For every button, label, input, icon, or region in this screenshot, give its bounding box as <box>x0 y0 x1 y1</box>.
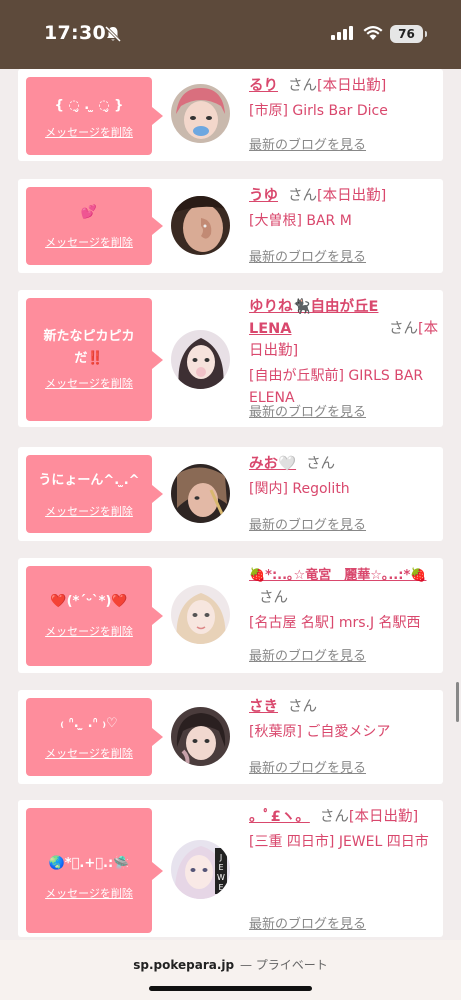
message-text: 💕 <box>80 205 98 220</box>
latest-blog-link[interactable]: 最新のブログを見る <box>249 134 366 153</box>
site-domain: sp.pokepara.jp <box>133 958 235 972</box>
scrollbar[interactable] <box>456 682 459 722</box>
honorific: さん <box>389 321 418 337</box>
delete-message-link[interactable]: メッセージを削除 <box>26 375 152 391</box>
honorific: さん <box>306 456 336 472</box>
shop-name: [秋葉原] ご自愛メシア <box>249 724 391 740</box>
message-card: ₍ ᐢ. ̫ .ᐢ ₎♡ メッセージを削除 さき さん [秋葉原] ご自愛メシア … <box>18 690 443 784</box>
delete-message-link[interactable]: メッセージを削除 <box>26 124 152 140</box>
delete-message-link[interactable]: メッセージを削除 <box>26 503 152 519</box>
avatar[interactable] <box>171 585 230 644</box>
message-card: ❤️(*ˊᵕˋ*)❤️ メッセージを削除 🍓*:..｡☆竜宮 麗華☆｡..:*🍓… <box>18 558 443 673</box>
girl-name-link[interactable]: みお🤍 <box>249 456 296 472</box>
svg-text:E: E <box>218 863 223 872</box>
shop-name: [大曽根] BAR M <box>249 213 352 229</box>
message-bubble: うにょーん^. ̫.^ メッセージを削除 <box>26 455 163 533</box>
delete-message-link[interactable]: メッセージを削除 <box>26 745 152 761</box>
latest-blog-link[interactable]: 最新のブログを見る <box>249 913 366 932</box>
attendance-status: [本日出勤] <box>317 188 387 204</box>
message-bubble: ❤️(*ˊᵕˋ*)❤️ メッセージを削除 <box>26 566 163 666</box>
attendance-status: [本日出勤] <box>348 809 419 825</box>
status-time: 17:30 <box>44 22 106 44</box>
avatar[interactable] <box>171 84 230 143</box>
message-card: うにょーん^. ̫.^ メッセージを削除 みお🤍 さん [関内] Regolith… <box>18 447 443 541</box>
message-text: 🌏*ﾟ.+ﾟ.:🛸 <box>48 856 130 871</box>
girl-name-link[interactable]: うゆ <box>249 188 278 204</box>
battery-indicator: 76 <box>390 25 427 43</box>
latest-blog-link[interactable]: 最新のブログを見る <box>249 246 366 265</box>
message-bubble: 💕 メッセージを削除 <box>26 187 163 265</box>
svg-text:W: W <box>217 873 225 882</box>
honorific: さん <box>288 699 317 715</box>
avatar[interactable] <box>171 196 230 255</box>
browser-bottom-bar: sp.pokepara.jp — プライベート <box>0 940 461 1000</box>
message-text: うにょーん^. ̫.^ <box>38 473 140 488</box>
girl-name-link[interactable]: るり <box>249 78 278 94</box>
bell-muted-icon <box>104 25 122 43</box>
shop-name: [関内] Regolith <box>249 481 350 497</box>
message-bubble: 新たなピカピカだ‼️ メッセージを削除 <box>26 298 163 421</box>
address-bar[interactable]: sp.pokepara.jp — プライベート <box>0 956 461 973</box>
message-bubble: { ◌̬ . ̫ ◌̬ } メッセージを削除 <box>26 77 163 155</box>
avatar[interactable] <box>171 464 230 523</box>
message-bubble: ₍ ᐢ. ̫ .ᐢ ₎♡ メッセージを削除 <box>26 698 163 776</box>
honorific: さん <box>319 809 349 825</box>
message-text: { ◌̬ . ̫ ◌̬ } <box>54 98 124 113</box>
wifi-icon <box>363 26 383 40</box>
girl-name-link[interactable]: 。ﾟ£ヽ。 <box>249 809 310 825</box>
attendance-status: [本日出勤] <box>317 78 387 94</box>
home-indicator[interactable] <box>149 986 312 991</box>
message-card: 💕 メッセージを削除 うゆ さん[本日出勤] [大曽根] BAR M 最新のブログ… <box>18 179 443 273</box>
girl-name-link[interactable]: ゆりね🐈‍⬛自由が丘ELENA <box>249 296 379 340</box>
message-card: 🌏*ﾟ.+ﾟ.:🛸 メッセージを削除 J E W E 。ﾟ£ヽ。 さん[本日出勤]… <box>18 800 443 937</box>
shop-name: [市原] Girls Bar Dice <box>249 103 388 119</box>
shop-name: [名古屋 名駅] mrs.J 名駅西 <box>249 615 421 631</box>
latest-blog-link[interactable]: 最新のブログを見る <box>249 645 366 664</box>
avatar[interactable]: J E W E <box>171 840 230 899</box>
avatar[interactable] <box>171 707 230 766</box>
status-bar: 17:30 76 <box>0 0 461 69</box>
svg-text:J: J <box>219 853 222 862</box>
honorific: さん <box>288 78 317 94</box>
svg-text:E: E <box>218 883 223 892</box>
message-card: { ◌̬ . ̫ ◌̬ } メッセージを削除 るり さん[本日出勤] [市原] G… <box>18 69 443 161</box>
delete-message-link[interactable]: メッセージを削除 <box>26 885 152 901</box>
message-text: 新たなピカピカだ‼️ <box>43 329 135 366</box>
honorific: さん <box>288 188 317 204</box>
browsing-mode: — プライベート <box>239 958 328 972</box>
avatar[interactable] <box>171 330 230 389</box>
delete-message-link[interactable]: メッセージを削除 <box>26 234 152 250</box>
latest-blog-link[interactable]: 最新のブログを見る <box>249 401 366 420</box>
girl-name-link[interactable]: 🍓*:..｡☆竜宮 麗華☆｡..:*🍓 <box>249 568 426 583</box>
delete-message-link[interactable]: メッセージを削除 <box>26 623 152 639</box>
cellular-signal-icon <box>331 26 353 40</box>
message-text: ₍ ᐢ. ̫ .ᐢ ₎♡ <box>60 716 118 731</box>
message-text: ❤️(*ˊᵕˋ*)❤️ <box>50 594 128 609</box>
girl-name-link[interactable]: さき <box>249 699 278 715</box>
honorific: さん <box>259 590 288 606</box>
message-bubble: 🌏*ﾟ.+ﾟ.:🛸 メッセージを削除 <box>26 808 163 933</box>
latest-blog-link[interactable]: 最新のブログを見る <box>249 757 366 776</box>
shop-name: [三重 四日市] JEWEL 四日市 <box>249 834 429 850</box>
latest-blog-link[interactable]: 最新のブログを見る <box>249 514 366 533</box>
message-card: 新たなピカピカだ‼️ メッセージを削除 ゆりね🐈‍⬛自由が丘ELENA さん[本日… <box>18 290 443 427</box>
